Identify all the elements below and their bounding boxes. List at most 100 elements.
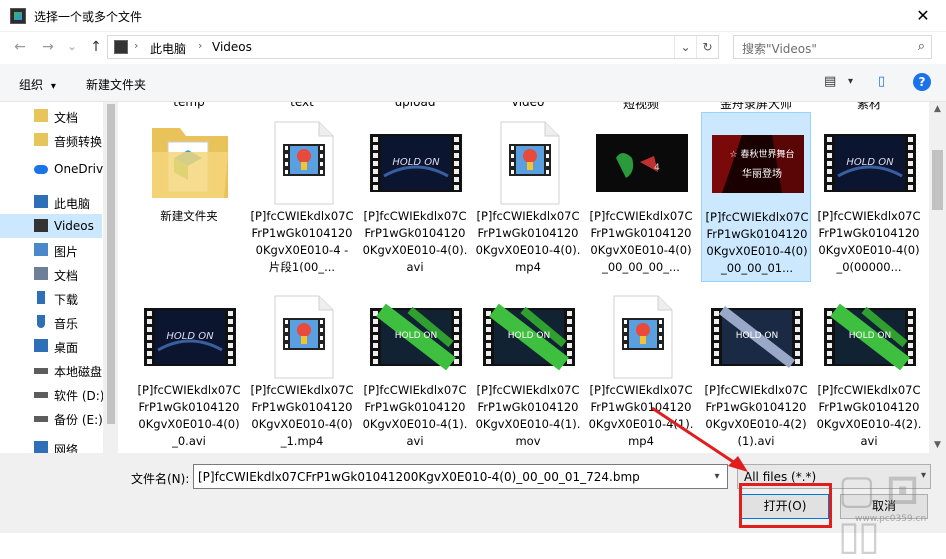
file-item[interactable]: HOLD ON [P]fcCWIEkdlx07CFrP1wGk01041200Kg… bbox=[473, 286, 583, 453]
sidebar-item-label: 音频转换 bbox=[54, 135, 103, 149]
file-item[interactable]: [P]fcCWIEkdlx07CFrP1wGk01041200KgvX0E010… bbox=[473, 112, 583, 282]
filename-value[interactable]: [P]fcCWIEkdlx07CFrP1wGk01041200KgvX0E010… bbox=[198, 470, 640, 484]
download-icon bbox=[37, 291, 45, 304]
file-item[interactable]: HOLD ON [P]fcCWIEkdlx07CFrP1wGk01041200Kg… bbox=[134, 286, 244, 453]
sidebar-item[interactable]: 本地磁盘 bbox=[0, 358, 102, 382]
help-icon[interactable]: ? bbox=[913, 73, 931, 91]
back-button[interactable]: ← bbox=[10, 37, 30, 57]
file-thumbnail: HOLD ON bbox=[144, 292, 236, 380]
folder-icon bbox=[144, 118, 236, 206]
file-name: 新建文件夹 bbox=[160, 209, 218, 223]
command-bar: 组织 ▾ 新建文件夹 ▤ ▾ ▯ ? bbox=[0, 64, 946, 102]
svg-text:4: 4 bbox=[654, 163, 660, 173]
folder-item-label[interactable]: 短视频 bbox=[586, 102, 696, 112]
address-dropdown-button[interactable]: ⌄ bbox=[674, 36, 696, 58]
sidebar-item[interactable]: 音频转换 bbox=[0, 128, 102, 152]
breadcrumb-this-pc[interactable]: 此电脑 bbox=[150, 40, 186, 57]
file-item[interactable]: [P]fcCWIEkdlx07CFrP1wGk01041200KgvX0E010… bbox=[586, 286, 696, 453]
folder-item-label[interactable]: 素材 bbox=[814, 102, 924, 112]
recent-locations-button[interactable]: ⌄ bbox=[62, 37, 82, 57]
document-icon bbox=[34, 267, 48, 280]
content-scroll-thumb[interactable] bbox=[932, 150, 943, 210]
file-item[interactable]: HOLD ON [P]fcCWIEkdlx07CFrP1wGk01041200Kg… bbox=[360, 286, 470, 453]
drive-icon bbox=[34, 416, 48, 422]
file-item[interactable]: [P]fcCWIEkdlx07CFrP1wGk01041200KgvX0E010… bbox=[247, 286, 357, 453]
cloud-icon bbox=[34, 165, 48, 174]
file-name: [P]fcCWIEkdlx07CFrP1wGk01041200KgvX0E010… bbox=[475, 383, 581, 448]
sidebar-item-label: 此电脑 bbox=[54, 197, 91, 211]
file-item[interactable]: HOLD ON [P]fcCWIEkdlx07CFrP1wGk01041200Kg… bbox=[814, 286, 924, 453]
close-button[interactable]: ✕ bbox=[900, 0, 946, 31]
sidebar-item-label: 文档 bbox=[54, 269, 79, 283]
sidebar-item-label: 下载 bbox=[54, 293, 79, 307]
app-icon bbox=[10, 8, 26, 24]
sidebar-scrollbar[interactable] bbox=[103, 102, 118, 453]
search-input[interactable]: 搜索"Videos" bbox=[742, 40, 817, 57]
file-item[interactable]: HOLD ON [P]fcCWIEkdlx07CFrP1wGk01041200Kg… bbox=[360, 112, 470, 282]
file-name: [P]fcCWIEkdlx07CFrP1wGk01041200KgvX0E010… bbox=[475, 209, 581, 274]
scroll-down-icon[interactable]: ▼ bbox=[929, 440, 946, 450]
picture-icon bbox=[34, 243, 48, 256]
sidebar-item[interactable]: 下载 bbox=[0, 286, 102, 310]
file-item[interactable]: HOLD ON [P]fcCWIEkdlx07CFrP1wGk01041200Kg… bbox=[814, 112, 924, 282]
chevron-down-icon: ▾ bbox=[50, 81, 56, 92]
file-thumbnail: HOLD ON bbox=[711, 292, 803, 380]
file-thumbnail: HOLD ON bbox=[370, 292, 462, 380]
search-box[interactable]: 搜索"Videos" ⌕ bbox=[733, 35, 932, 59]
content-scrollbar[interactable]: ▲ ▼ bbox=[929, 102, 946, 453]
breadcrumb-separator: › bbox=[134, 39, 139, 52]
sidebar-item-label: Videos bbox=[54, 219, 94, 233]
sidebar-item-label: 文档 bbox=[54, 111, 79, 125]
folder-item-label[interactable]: temp bbox=[134, 102, 244, 109]
drive-icon bbox=[34, 368, 48, 374]
desktop-icon bbox=[34, 339, 48, 352]
sidebar-item[interactable]: Videos bbox=[0, 214, 102, 238]
sidebar-item-label: 软件 (D:) bbox=[54, 389, 105, 403]
file-list: temp text upload video 短视频 金舟录屏大师 素材 新建文件夹 [P]… bbox=[118, 102, 929, 453]
watermark-logo: ▢ ⊡ ▯▯ bbox=[838, 467, 919, 559]
view-options-caret[interactable]: ▾ bbox=[848, 76, 853, 87]
file-thumbnail: HOLD ON bbox=[483, 292, 575, 380]
file-name: [P]fcCWIEkdlx07CFrP1wGk01041200KgvX0E010… bbox=[362, 383, 468, 448]
folder-item[interactable]: 新建文件夹 bbox=[134, 112, 244, 282]
video-icon bbox=[34, 219, 48, 232]
file-item[interactable]: [P]fcCWIEkdlx07CFrP1wGk01041200KgvX0E010… bbox=[247, 112, 357, 282]
forward-button[interactable]: → bbox=[38, 37, 58, 57]
sidebar-item-label: OneDrive bbox=[54, 162, 111, 176]
svg-text:☆ 春秋世界舞台: ☆ 春秋世界舞台 bbox=[730, 148, 795, 160]
sidebar-item[interactable]: 图片 bbox=[0, 238, 102, 262]
filename-dropdown-icon[interactable]: ▾ bbox=[707, 465, 727, 488]
sidebar-item[interactable]: 此电脑 bbox=[0, 190, 102, 214]
sidebar-item[interactable]: 音乐 bbox=[0, 310, 102, 334]
preview-pane-icon[interactable]: ▯ bbox=[878, 74, 885, 89]
sidebar-item[interactable]: 文档 bbox=[0, 104, 102, 128]
file-item[interactable]: HOLD ON [P]fcCWIEkdlx07CFrP1wGk01041200Kg… bbox=[701, 286, 811, 453]
sidebar-item[interactable]: OneDrive bbox=[0, 157, 110, 181]
folder-item-label[interactable]: upload bbox=[360, 102, 470, 109]
up-button[interactable]: ↑ bbox=[86, 37, 106, 57]
file-name: [P]fcCWIEkdlx07CFrP1wGk01041200KgvX0E010… bbox=[817, 209, 921, 274]
folder-item-label[interactable]: video bbox=[473, 102, 583, 109]
view-mode-icon[interactable]: ▤ bbox=[824, 74, 836, 89]
file-item[interactable]: ☆ 春秋世界舞台 华丽登场 [P]fcCWIEkdlx07CFrP1wGk0104… bbox=[701, 112, 811, 282]
network-icon bbox=[34, 441, 48, 453]
folder-item-label[interactable]: 金舟录屏大师 bbox=[701, 102, 811, 112]
sidebar-item-label: 网络 bbox=[54, 443, 79, 453]
organize-menu[interactable]: 组织 ▾ bbox=[19, 76, 56, 93]
new-folder-button[interactable]: 新建文件夹 bbox=[86, 76, 146, 93]
breadcrumb-separator: › bbox=[198, 39, 203, 52]
refresh-button[interactable]: ↻ bbox=[696, 36, 718, 58]
sidebar-item[interactable]: 备份 (E:) bbox=[0, 406, 103, 430]
scroll-up-icon[interactable]: ▲ bbox=[929, 104, 946, 114]
sidebar-item[interactable]: 文档 bbox=[0, 262, 102, 286]
file-thumbnail: HOLD ON bbox=[824, 292, 916, 380]
sidebar-item[interactable]: 网络 bbox=[0, 436, 102, 453]
sidebar-item[interactable]: 软件 (D:) bbox=[0, 382, 105, 406]
breadcrumb-videos[interactable]: Videos bbox=[212, 40, 252, 54]
sidebar-item[interactable]: 桌面 bbox=[0, 334, 102, 358]
file-item[interactable]: 4 [P]fcCWIEkdlx07CFrP1wGk01041200KgvX0E01… bbox=[586, 112, 696, 282]
address-bar[interactable]: › 此电脑 › Videos ⌄ ↻ bbox=[107, 35, 719, 59]
sidebar-scroll-thumb[interactable] bbox=[107, 104, 115, 424]
folder-item-label[interactable]: text bbox=[247, 102, 357, 109]
filename-field[interactable]: [P]fcCWIEkdlx07CFrP1wGk01041200KgvX0E010… bbox=[193, 464, 728, 489]
